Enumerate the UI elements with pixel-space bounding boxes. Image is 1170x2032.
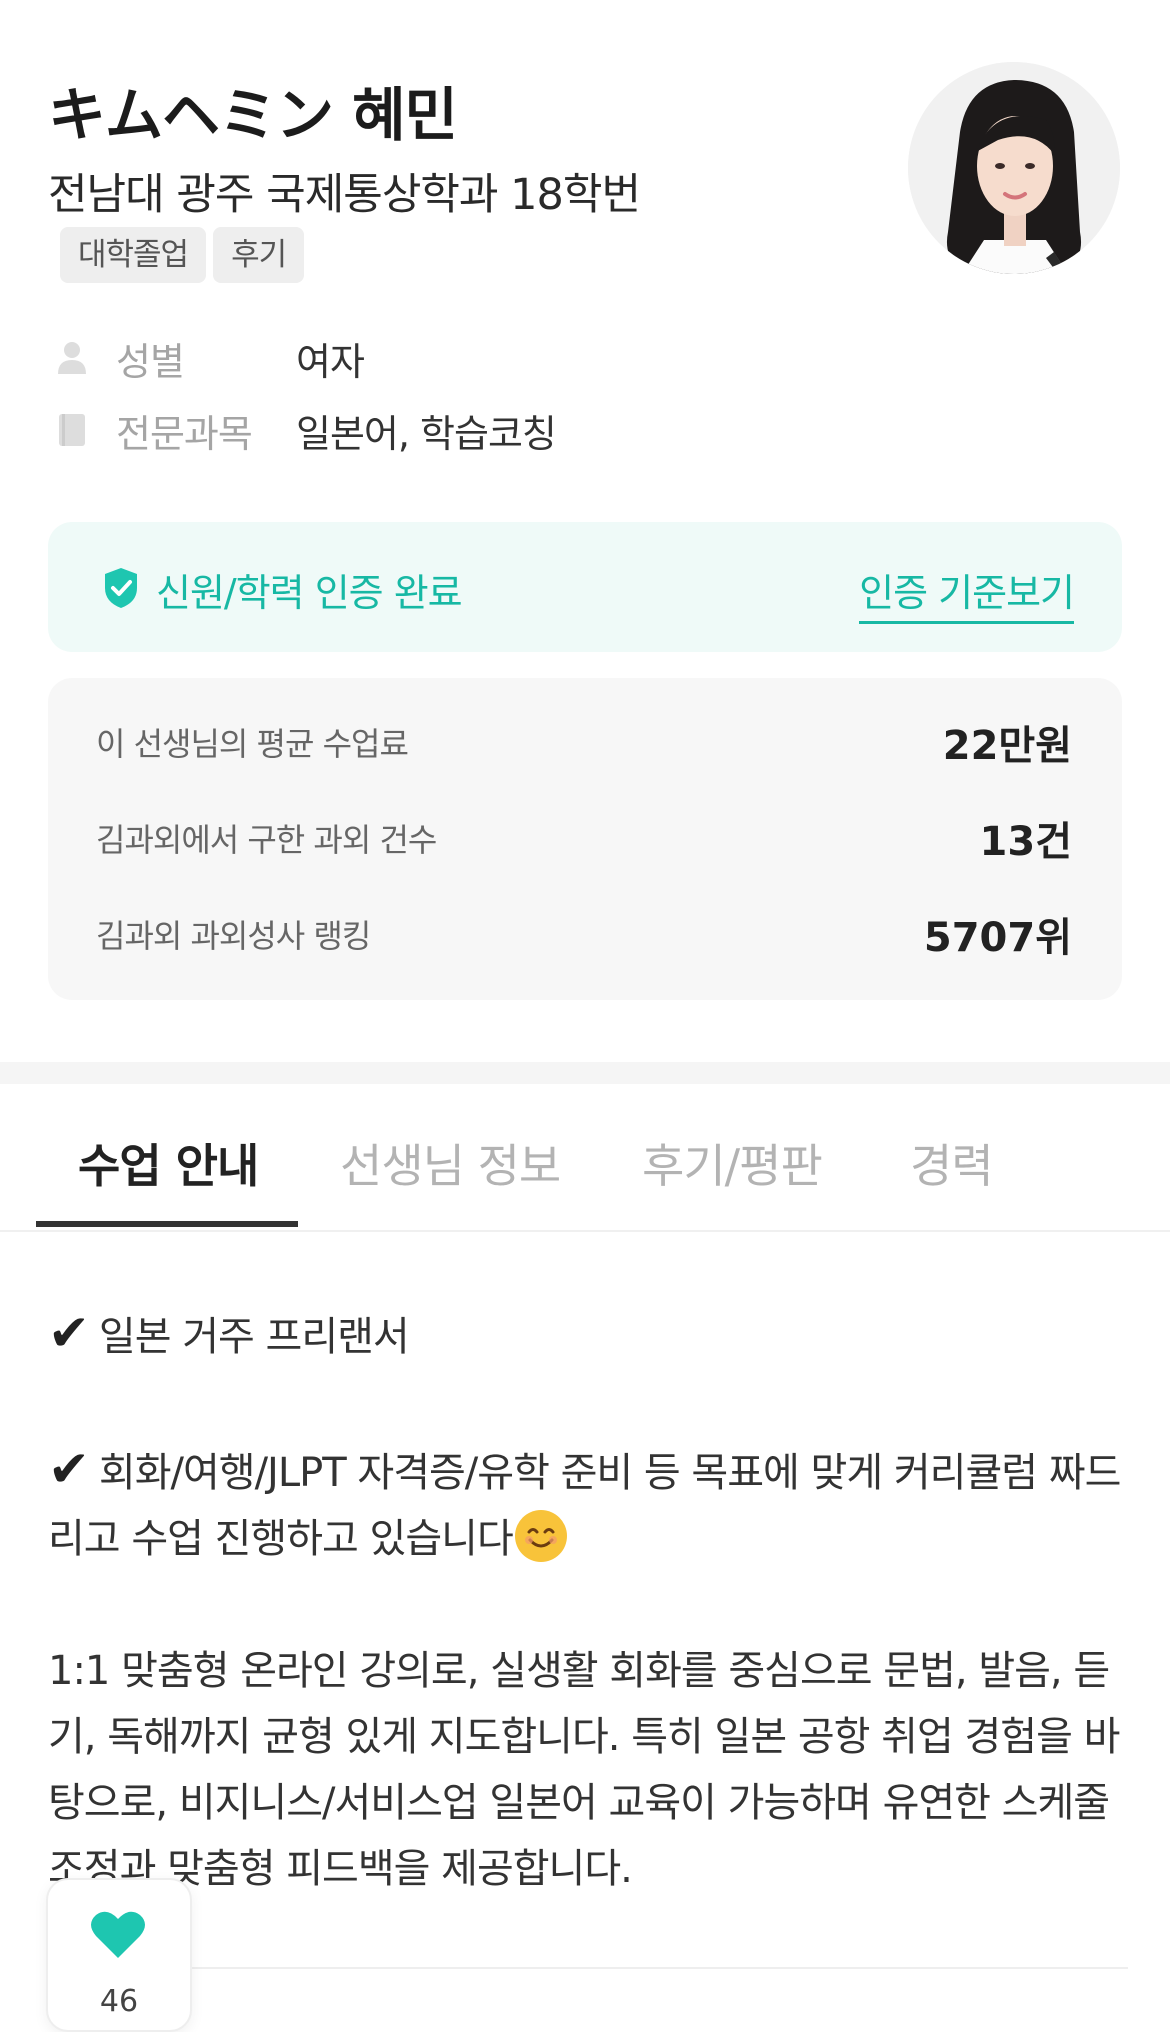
- section-divider: [0, 1062, 1170, 1084]
- gender-label: 성별: [116, 339, 185, 384]
- like-count: 46: [99, 1984, 139, 2019]
- stat-value: 22만원: [942, 723, 1072, 769]
- tag-review: 후기: [213, 227, 305, 283]
- info-subject-row: 전문과목 일본어, 학습코칭: [56, 410, 557, 456]
- tag-graduated: 대학졸업: [60, 227, 207, 283]
- tab-bar: 수업 안내 선생님 정보 후기/평판 경력: [0, 1084, 1170, 1232]
- active-tab-indicator: [36, 1221, 298, 1227]
- tab-class-info[interactable]: 수업 안내: [78, 1130, 259, 1196]
- smile-emoji-icon: [514, 1510, 567, 1562]
- tab-teacher-info[interactable]: 선생님 정보: [340, 1130, 561, 1196]
- tag-list: 대학졸업 후기: [60, 227, 305, 283]
- tab-reviews[interactable]: 후기/평판: [642, 1130, 823, 1196]
- teacher-name: キムヘミン 혜민: [48, 81, 458, 149]
- avatar[interactable]: [908, 62, 1120, 274]
- subject-value: 일본어, 학습코칭: [296, 411, 557, 456]
- checkmark-icon: ✔: [48, 1304, 90, 1362]
- book-icon: [56, 410, 88, 450]
- gender-value: 여자: [296, 339, 365, 384]
- stat-row-rank: 김과외 과외성사 랭킹 5707위: [96, 904, 1072, 964]
- class-description: ✔ 일본 거주 프리랜서 ✔ 회화/여행/JLPT 자격증/유학 준비 등 목표에 …: [48, 1300, 1128, 1902]
- description-line: ✔ 일본 거주 프리랜서: [48, 1304, 410, 1362]
- stats-card: 이 선생님의 평균 수업료 22만원 김과외에서 구한 과외 건수 13건 김과…: [48, 678, 1122, 1000]
- checkmark-icon: ✔: [48, 1440, 90, 1498]
- stat-row-fee: 이 선생님의 평균 수업료 22만원: [96, 712, 1072, 772]
- stat-label: 이 선생님의 평균 수업료: [96, 725, 409, 763]
- stat-label: 김과외 과외성사 랭킹: [96, 917, 371, 955]
- description-line: ✔ 회화/여행/JLPT 자격증/유학 준비 등 목표에 맞게 커리큘럼 짜드리고…: [48, 1440, 1121, 1562]
- heart-icon: [90, 1910, 146, 1964]
- tab-career[interactable]: 경력: [910, 1130, 994, 1196]
- shield-check-icon: [102, 566, 140, 614]
- stat-value: 5707위: [923, 915, 1072, 961]
- subject-label: 전문과목: [116, 411, 253, 456]
- info-gender-row: 성별 여자: [56, 338, 365, 384]
- like-button[interactable]: 46: [46, 1878, 192, 2032]
- person-icon: [56, 338, 88, 378]
- stat-label: 김과외에서 구한 과외 건수: [96, 821, 437, 859]
- stat-value: 13건: [979, 819, 1072, 865]
- verification-criteria-link[interactable]: 인증 기준보기: [859, 562, 1075, 624]
- verification-status: 신원/학력 인증 완료: [156, 571, 463, 615]
- teacher-school: 전남대 광주 국제통상학과 18학번: [48, 170, 641, 220]
- stat-row-count: 김과외에서 구한 과외 건수 13건: [96, 808, 1072, 868]
- verification-card: 신원/학력 인증 완료 인증 기준보기: [48, 522, 1122, 652]
- content-divider: [188, 1967, 1128, 1969]
- description-paragraph: 1:1 맞춤형 온라인 강의로, 실생활 회화를 중심으로 문법, 발음, 듣기…: [48, 1648, 1120, 1892]
